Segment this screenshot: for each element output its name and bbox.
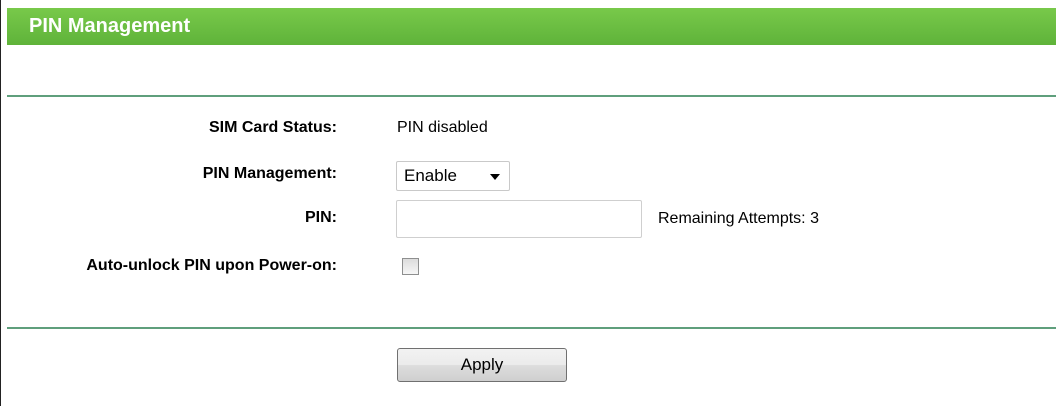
pin-label: PIN:: [305, 209, 337, 226]
section-divider-top: [7, 95, 1056, 97]
pin-management-label: PIN Management:: [202, 165, 337, 182]
page-title: PIN Management: [7, 8, 1056, 45]
auto-unlock-checkbox[interactable]: [402, 258, 419, 275]
sim-status-value: PIN disabled: [397, 119, 488, 136]
pin-management-selected-value: Enable: [404, 166, 457, 185]
auto-unlock-row: Auto-unlock PIN upon Power-on:: [1, 248, 1056, 284]
pin-input[interactable]: [396, 200, 642, 238]
pin-row: PIN: Remaining Attempts: 3: [1, 200, 1056, 238]
remaining-attempts-count: 3: [810, 210, 819, 227]
auto-unlock-label: Auto-unlock PIN upon Power-on:: [86, 257, 337, 274]
apply-button[interactable]: Apply: [397, 348, 567, 382]
remaining-attempts-label: Remaining Attempts:: [658, 210, 806, 227]
sim-status-label: SIM Card Status:: [208, 119, 337, 136]
remaining-attempts: Remaining Attempts: 3: [658, 200, 819, 238]
page-frame: PIN Management SIM Card Status: PIN disa…: [0, 0, 1056, 406]
sim-status-row: SIM Card Status: PIN disabled: [1, 110, 1056, 146]
section-divider-bottom: [7, 327, 1056, 329]
chevron-down-icon: [490, 174, 500, 180]
pin-management-select[interactable]: Enable: [396, 161, 510, 191]
pin-management-row: PIN Management: Enable: [1, 156, 1056, 192]
